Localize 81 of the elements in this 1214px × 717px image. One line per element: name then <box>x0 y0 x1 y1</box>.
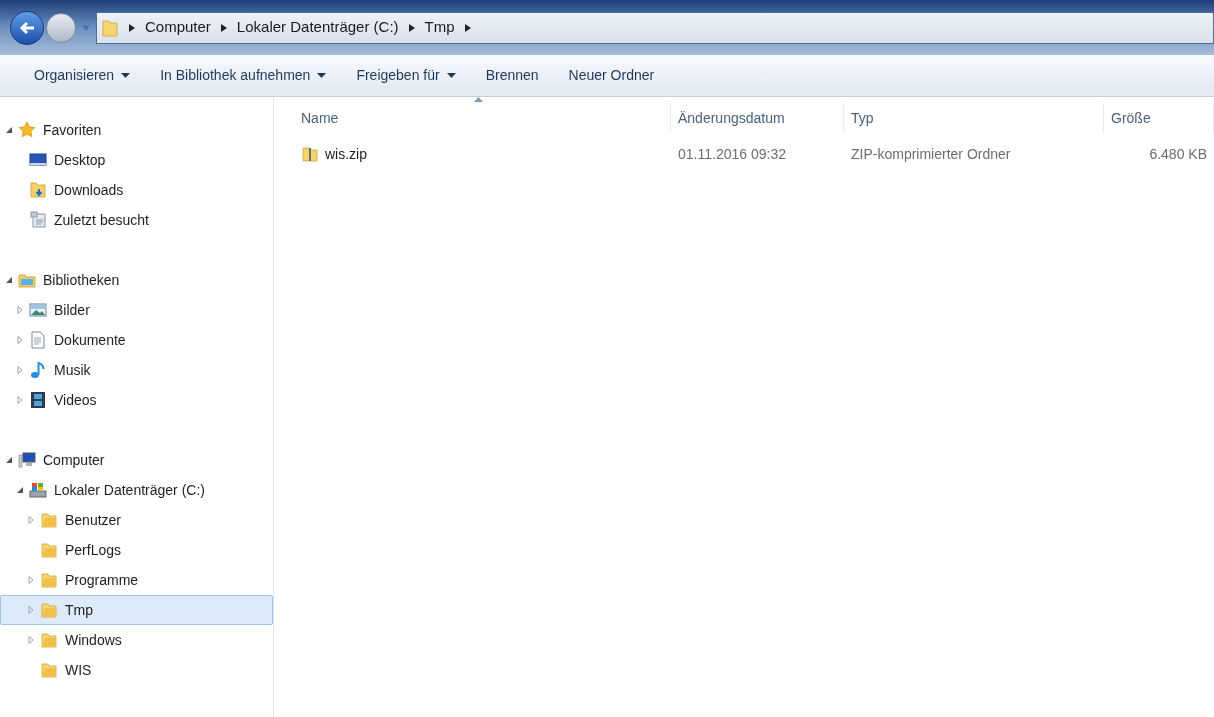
breadcrumb[interactable]: Lokaler Datenträger (C:) <box>236 16 399 39</box>
chevron-right-icon[interactable] <box>464 23 471 32</box>
desktop-icon <box>29 151 47 169</box>
tree-item-label: Tmp <box>65 600 93 620</box>
toolbar-button[interactable]: In Bibliothek aufnehmen <box>150 60 337 91</box>
downloads-folder-icon <box>29 181 47 199</box>
recent-places-icon <box>29 211 47 229</box>
tree-item-label: Videos <box>54 390 97 410</box>
type-cell-text: ZIP-komprimierter Ordner <box>850 144 1012 164</box>
tree-item[interactable]: Favoriten <box>0 115 273 145</box>
tree-item-label: Lokaler Datenträger (C:) <box>54 480 205 500</box>
document-icon <box>29 331 47 349</box>
tree-item[interactable]: Bibliotheken <box>0 265 273 295</box>
toolbar-button[interactable]: Organisieren <box>24 60 141 91</box>
back-button[interactable] <box>10 10 44 45</box>
expanded-arrow-icon[interactable] <box>5 126 13 134</box>
tree-item[interactable]: Benutzer <box>0 505 273 535</box>
tree-item[interactable]: Musik <box>0 355 273 385</box>
library-icon <box>18 271 36 289</box>
expanded-arrow-icon[interactable] <box>5 456 13 464</box>
computer-icon <box>18 451 36 469</box>
column-header[interactable]: Größe <box>1111 107 1151 129</box>
tree-item[interactable]: Downloads <box>0 175 273 205</box>
tree-item[interactable]: Bilder <box>0 295 273 325</box>
tree-item-label: Benutzer <box>65 510 122 530</box>
tree-item[interactable]: Lokaler Datenträger (C:) <box>0 475 273 505</box>
chevron-right-icon[interactable] <box>129 23 135 32</box>
tree-item-label: Bilder <box>54 300 90 320</box>
tree-item-label: Desktop <box>54 150 106 170</box>
tree-item[interactable]: Computer <box>0 445 273 475</box>
tree-item-label: Musik <box>54 360 91 380</box>
tree-item[interactable]: Zuletzt besucht <box>0 205 273 235</box>
tree-item[interactable]: Videos <box>0 385 273 415</box>
tree-item-label: Windows <box>65 630 122 650</box>
expanded-arrow-icon[interactable] <box>5 276 13 284</box>
folder-icon <box>40 661 58 679</box>
tree-item-label: PerfLogs <box>65 540 122 560</box>
expanded-arrow-icon[interactable] <box>16 486 24 494</box>
tree-item[interactable]: Programme <box>0 565 273 595</box>
column-header[interactable]: Änderungsdatum <box>678 107 785 129</box>
tree-item-label: Programme <box>65 570 139 590</box>
breadcrumb[interactable]: Computer <box>145 16 211 39</box>
tree-item[interactable]: Windows <box>0 625 273 655</box>
toolbar-button[interactable]: Brennen <box>475 60 549 91</box>
folder-icon <box>40 571 58 589</box>
folder-icon <box>40 541 58 559</box>
date-cell-text: 01.11.2016 09:32 <box>677 144 787 164</box>
tree-item-label: Downloads <box>54 180 124 200</box>
file-row[interactable]: wis.zip 01.11.2016 09:32 ZIP-komprimierter Ordner 6.480 KB <box>294 139 1214 169</box>
folder-icon <box>40 631 58 649</box>
tree-item[interactable]: PerfLogs <box>0 535 273 565</box>
chevron-right-icon[interactable] <box>408 23 415 32</box>
folder-icon <box>40 601 58 619</box>
pictures-icon <box>29 301 47 319</box>
breadcrumb[interactable]: Tmp <box>424 16 455 39</box>
tree-item[interactable]: WIS <box>0 655 273 685</box>
tree-item-label: Bibliotheken <box>43 270 120 290</box>
folder-icon <box>40 511 58 529</box>
chevron-right-icon[interactable] <box>220 23 227 32</box>
forward-button[interactable] <box>46 12 76 43</box>
file-name: wis.zip <box>325 144 367 164</box>
tree-item[interactable]: Tmp <box>0 595 273 625</box>
tree-item-label: Dokumente <box>54 330 126 350</box>
size-cell-text: 6.480 KB <box>1148 144 1208 164</box>
tree-item[interactable]: Desktop <box>0 145 273 175</box>
music-note-icon <box>29 361 47 379</box>
tree-item[interactable]: Dokumente <box>0 325 273 355</box>
toolbar-button[interactable]: Freigeben für <box>346 60 466 91</box>
folder-icon <box>101 17 119 38</box>
tree-item-label: WIS <box>65 660 92 680</box>
tree-item-label: Zuletzt besucht <box>54 210 149 230</box>
column-header[interactable]: Name <box>301 107 339 129</box>
tree-item-label: Computer <box>43 450 105 470</box>
film-icon <box>29 391 47 409</box>
zip-folder-icon <box>301 145 319 163</box>
address-field[interactable]: Computer Lokaler Datenträger (C:) Tmp <box>96 11 1214 44</box>
drive-icon <box>29 481 47 499</box>
column-header[interactable]: Typ <box>851 107 874 129</box>
tree-item-label: Favoriten <box>43 120 102 140</box>
star-icon <box>18 121 36 139</box>
toolbar-button[interactable]: Neuer Ordner <box>558 60 665 91</box>
